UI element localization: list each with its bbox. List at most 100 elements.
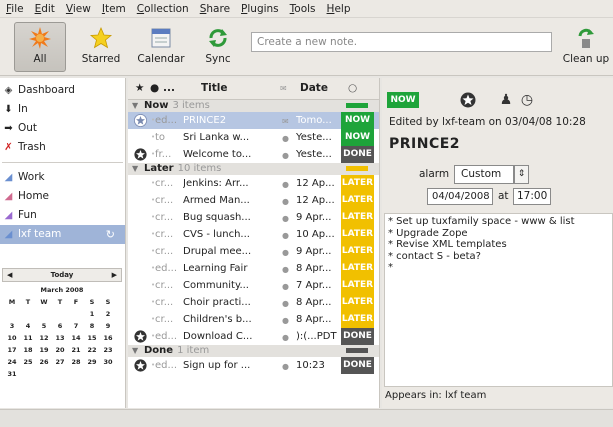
calendar-day[interactable]: 12 (36, 332, 52, 344)
clean-up-button[interactable]: Clean up (560, 22, 612, 72)
note-row[interactable]: • cr... Children's b... 8 Apr... ● LATER (128, 311, 379, 328)
sidebar-item-in[interactable]: ⬇ In (0, 100, 125, 119)
note-row[interactable]: • cr... Community... 7 Apr... ● LATER (128, 277, 379, 294)
calendar-day[interactable]: 6 (52, 320, 68, 332)
note-row[interactable]: • fr... Welcome to... Yeste... ● DONE (128, 146, 379, 163)
expand-triangle-icon[interactable]: ▼ (132, 100, 138, 112)
note-row[interactable]: • to Sri Lanka w... Yeste... ● NOW (128, 129, 379, 146)
triage-status-button[interactable]: NOW (387, 92, 419, 108)
star-column-icon[interactable]: ★ (135, 82, 144, 94)
calendar-day[interactable]: 25 (20, 356, 36, 368)
calendar-day[interactable]: 17 (4, 344, 20, 356)
expand-triangle-icon[interactable]: ▼ (132, 345, 138, 357)
triage-badge[interactable]: LATER (341, 209, 374, 226)
blank-icon[interactable] (134, 279, 147, 292)
sync-button[interactable]: Sync (198, 22, 238, 72)
calendar-day[interactable]: 8 (84, 320, 100, 332)
done-icon[interactable] (134, 148, 147, 161)
triage-badge[interactable]: LATER (341, 192, 374, 209)
calendar-day[interactable]: 1 (84, 308, 100, 320)
triage-column-icon[interactable]: ○ (348, 82, 357, 94)
title-column-header[interactable]: Title (201, 82, 228, 94)
menu-tools[interactable]: Tools (290, 3, 316, 15)
alarm-select-toggle-icon[interactable]: ⇕ (514, 165, 529, 184)
calendar-day[interactable]: 18 (20, 344, 36, 356)
calendar-day[interactable]: 16 (100, 332, 116, 344)
calendar-day[interactable]: 31 (4, 368, 20, 380)
blank-icon[interactable] (134, 313, 147, 326)
calendar-day[interactable]: 14 (68, 332, 84, 344)
menu-help[interactable]: Help (327, 3, 351, 15)
date-column-header[interactable]: Date (300, 82, 328, 94)
triage-badge[interactable]: LATER (341, 311, 374, 328)
note-row[interactable]: • cr... Armed Man... 12 Ap... ● LATER (128, 192, 379, 209)
triage-badge[interactable]: LATER (341, 277, 374, 294)
calendar-day[interactable]: 10 (4, 332, 20, 344)
calendar-day[interactable]: 3 (4, 320, 20, 332)
calendar-day[interactable]: 23 (100, 344, 116, 356)
calendar-day[interactable]: 7 (68, 320, 84, 332)
menu-collection[interactable]: Collection (137, 3, 189, 15)
blank-icon[interactable] (134, 262, 147, 275)
blank-icon[interactable] (134, 177, 147, 190)
triage-badge[interactable]: NOW (341, 129, 374, 146)
note-row[interactable]: • ed... Learning Fair 8 Apr... ● LATER (128, 260, 379, 277)
star-toggle-icon[interactable] (460, 92, 476, 108)
calendar-day[interactable]: 11 (20, 332, 36, 344)
triage-badge[interactable]: DONE (341, 146, 374, 163)
sidebar-item-trash[interactable]: ✗ Trash (0, 138, 125, 157)
calendar-day[interactable]: 30 (100, 356, 116, 368)
sidebar-item-lxf-team[interactable]: ◢ lxf team ↻ (0, 225, 125, 244)
attachment-column-icon[interactable]: ✉ (280, 84, 287, 93)
note-row[interactable]: • cr... CVS - lunch... 10 Ap... ● LATER (128, 226, 379, 243)
menu-share[interactable]: Share (200, 3, 230, 15)
note-row[interactable]: • cr... Drupal mee... 9 Apr... ● LATER (128, 243, 379, 260)
alarm-select[interactable]: Custom (454, 165, 514, 184)
who-column-header[interactable]: ... (163, 82, 175, 94)
expand-triangle-icon[interactable]: ▼ (132, 163, 138, 175)
triage-badge[interactable]: LATER (341, 260, 374, 277)
blank-icon[interactable] (134, 245, 147, 258)
menu-edit[interactable]: Edit (35, 3, 55, 15)
calendar-day[interactable]: 27 (52, 356, 68, 368)
note-row[interactable]: • cr... Choir practi... 8 Apr... ● LATER (128, 294, 379, 311)
note-row[interactable]: • ed... PRINCE2 Tomo... ✉ NOW (128, 112, 379, 129)
triage-badge[interactable]: LATER (341, 243, 374, 260)
triage-badge[interactable]: DONE (341, 357, 374, 374)
calendar-button[interactable]: Calendar (133, 22, 189, 72)
calendar-day[interactable]: 2 (100, 308, 116, 320)
note-title[interactable]: PRINCE2 (389, 136, 460, 152)
sidebar-item-dashboard[interactable]: ◈ Dashboard (0, 81, 125, 100)
blank-icon[interactable] (134, 296, 147, 309)
today-button[interactable]: Today (51, 271, 74, 279)
dot-column-icon[interactable]: ● (150, 82, 159, 94)
menu-view[interactable]: View (66, 3, 91, 15)
menu-file[interactable]: File (6, 3, 24, 15)
sidebar-item-home[interactable]: ◢ Home (0, 187, 125, 206)
alarm-date-input[interactable]: 04/04/2008 (427, 188, 493, 205)
sidebar-item-fun[interactable]: ◢ Fun (0, 206, 125, 225)
triage-badge[interactable]: NOW (341, 112, 374, 129)
calendar-day[interactable]: 9 (100, 320, 116, 332)
calendar-day[interactable]: 15 (84, 332, 100, 344)
group-row-now[interactable]: ▼ Now 3 items (128, 100, 379, 112)
note-row[interactable]: • cr... Jenkins: Arr... 12 Ap... ● LATER (128, 175, 379, 192)
done-icon[interactable] (134, 359, 147, 372)
user-icon[interactable]: ♟ (498, 92, 514, 108)
calendar-day[interactable]: 24 (4, 356, 20, 368)
menu-plugins[interactable]: Plugins (241, 3, 279, 15)
blank-icon[interactable] (134, 131, 147, 144)
group-row-done[interactable]: ▼ Done 1 item (128, 345, 379, 357)
all-button[interactable]: All (14, 22, 66, 72)
calendar-day[interactable]: 19 (36, 344, 52, 356)
menu-item[interactable]: Item (102, 3, 126, 15)
calendar-day[interactable]: 29 (84, 356, 100, 368)
calendar-day[interactable]: 5 (36, 320, 52, 332)
calendar-day[interactable]: 4 (20, 320, 36, 332)
triage-badge[interactable]: LATER (341, 175, 374, 192)
calendar-day[interactable]: 26 (36, 356, 52, 368)
sidebar-item-out[interactable]: ➡ Out (0, 119, 125, 138)
calendar-day[interactable]: 22 (84, 344, 100, 356)
calendar-day[interactable]: 13 (52, 332, 68, 344)
blank-icon[interactable] (134, 211, 147, 224)
